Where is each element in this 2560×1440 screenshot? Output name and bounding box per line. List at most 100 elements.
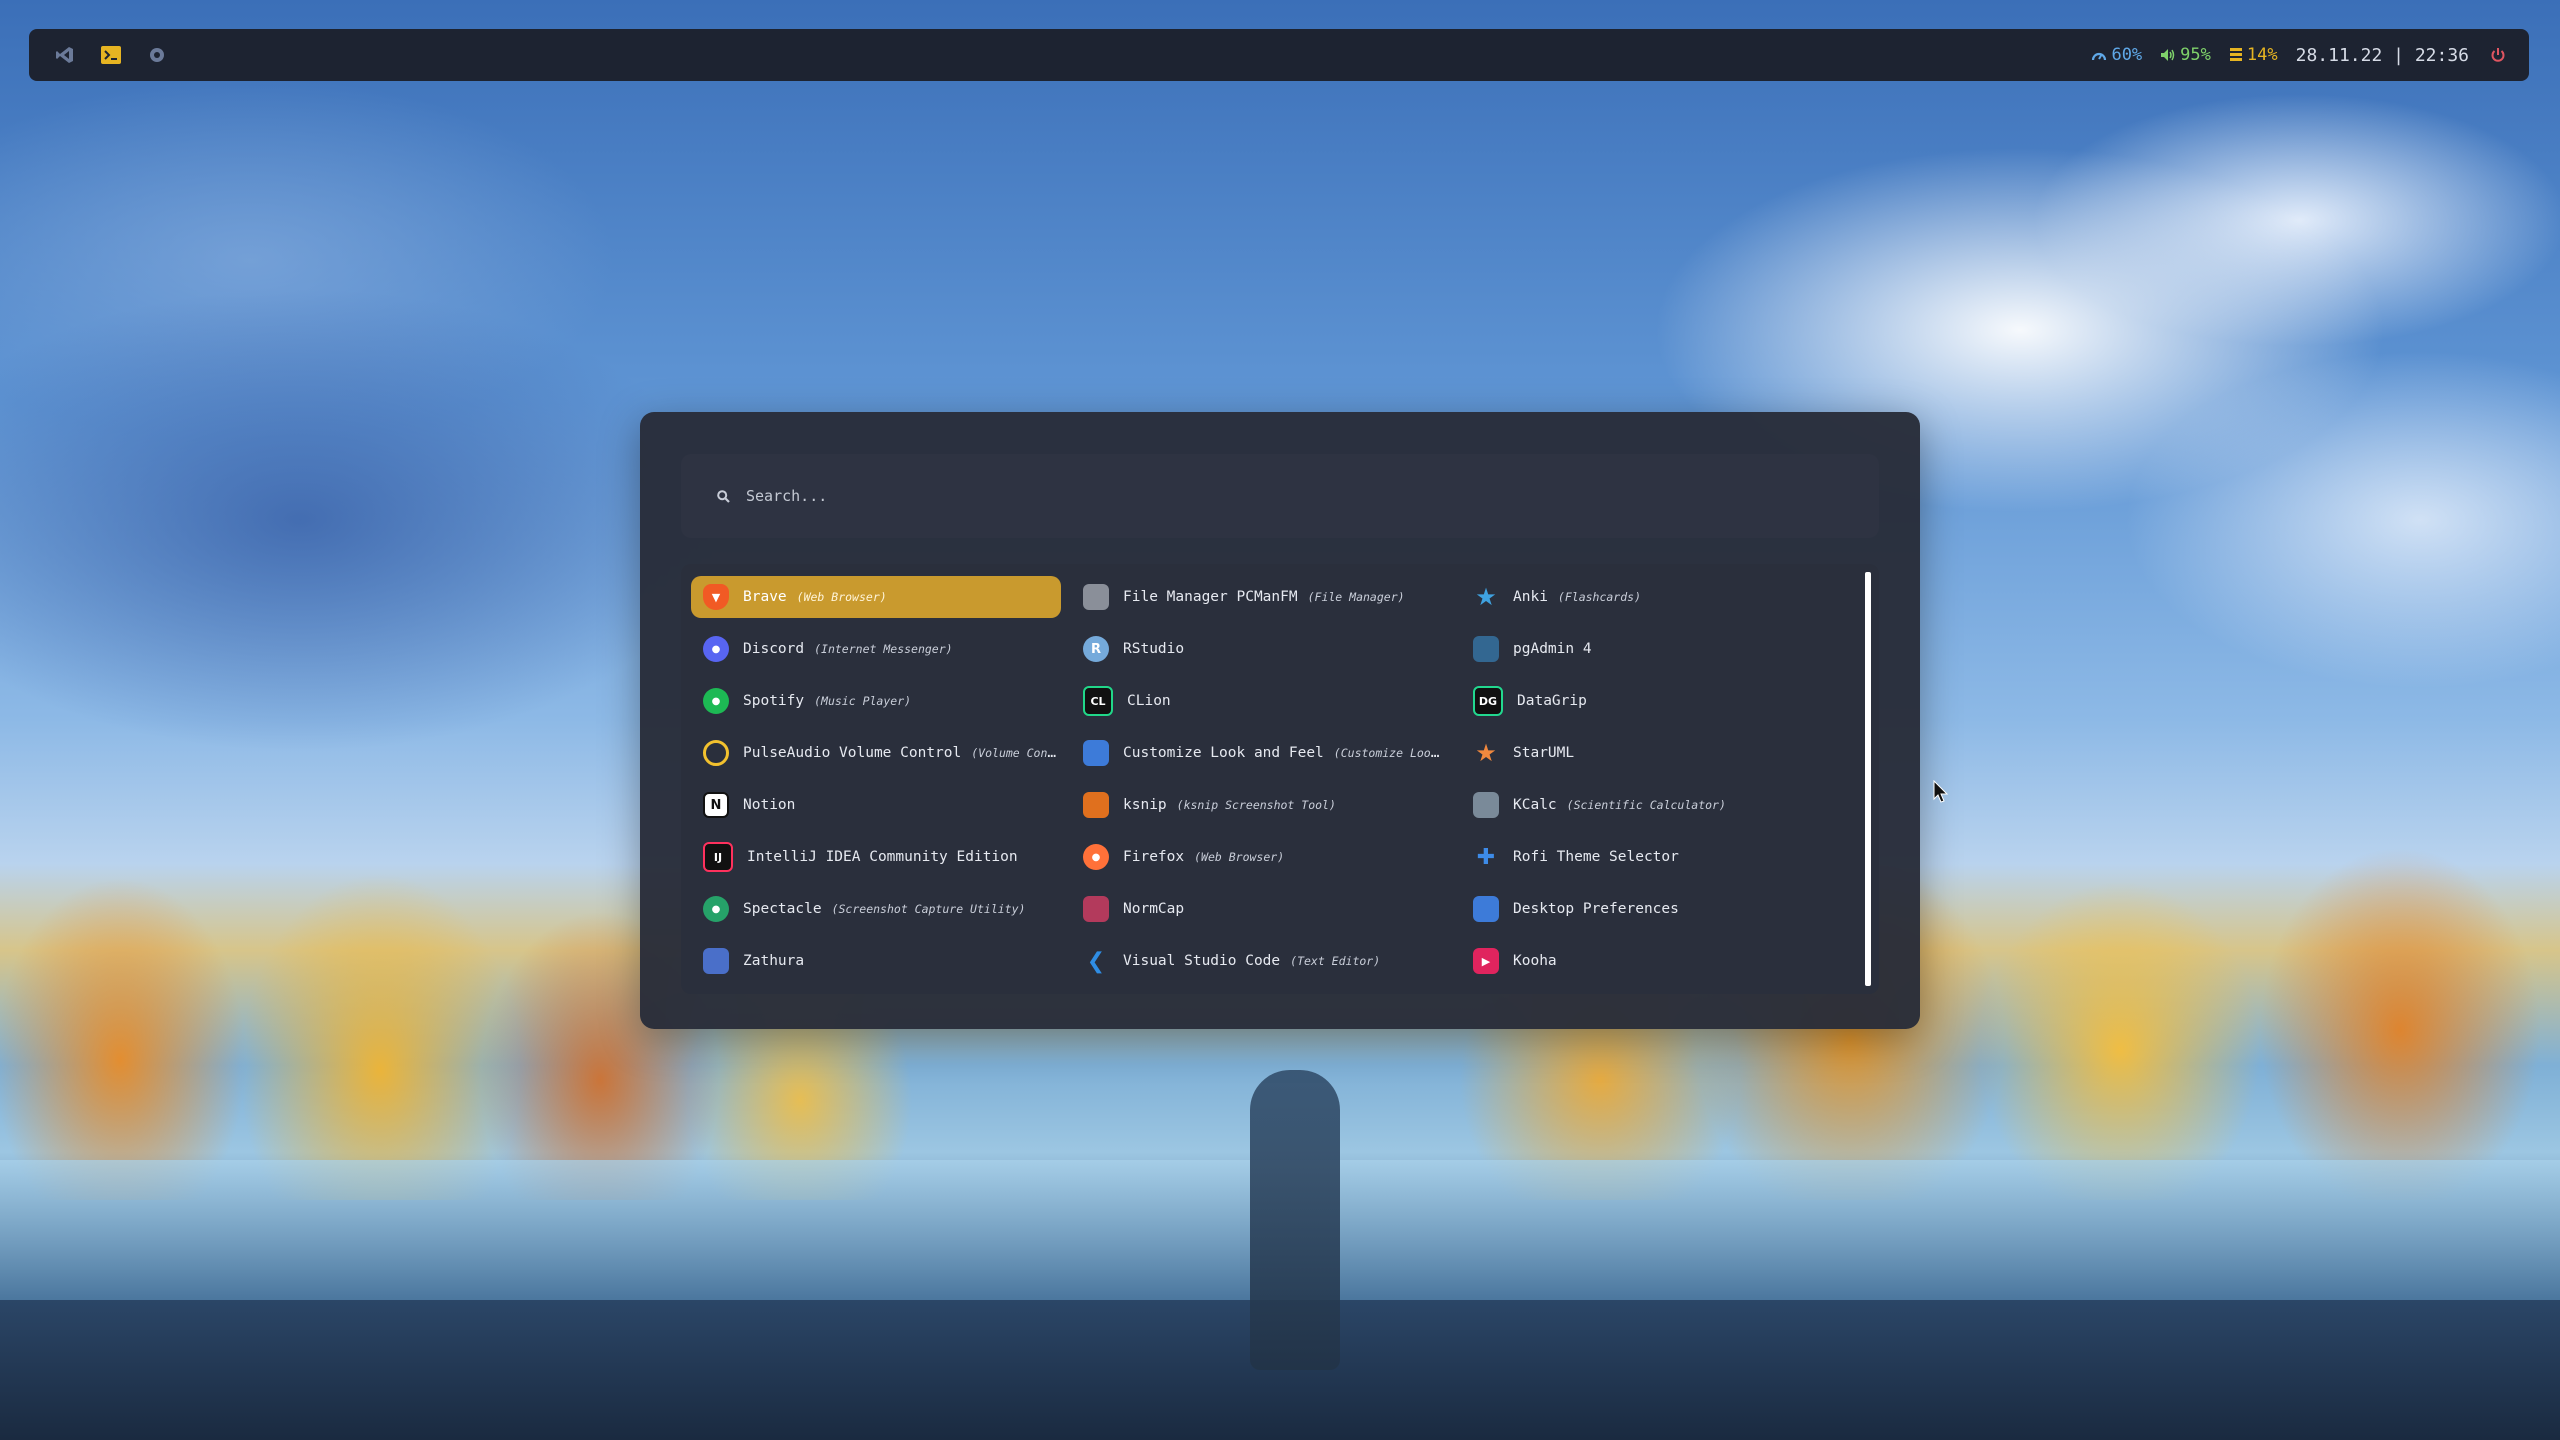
app-entry-label: Customize Look and Feel (Customize Look … — [1123, 745, 1443, 761]
app-entry-clion[interactable]: CL CLion — [1071, 680, 1451, 722]
app-name: Spotify — [743, 693, 805, 709]
app-entry-label: Visual Studio Code (Text Editor) — [1123, 953, 1380, 969]
app-entry-pulseaudio-volume-control[interactable]: PulseAudio Volume Control (Volume Contro… — [691, 732, 1061, 774]
app-name: Anki — [1513, 589, 1548, 605]
brave-icon: ▼ — [703, 584, 729, 610]
volume-indicator[interactable]: 95% — [2160, 45, 2211, 65]
app-entry-rstudio[interactable]: R RStudio — [1071, 628, 1451, 670]
app-entry-intellij-idea-community-edition[interactable]: IJ IntelliJ IDEA Community Edition — [691, 836, 1061, 878]
pulseaudio-icon — [703, 740, 729, 766]
app-name: Customize Look and Feel — [1123, 745, 1324, 761]
circle-icon[interactable] — [146, 44, 168, 66]
search-input[interactable] — [744, 486, 1648, 506]
app-entry-visual-studio-code[interactable]: ❮ Visual Studio Code (Text Editor) — [1071, 940, 1451, 982]
desktop-icon — [1473, 896, 1499, 922]
search-bar[interactable] — [681, 454, 1879, 538]
status-area: 60% 95% 14% 28.11.22 | 22:36 — [2091, 44, 2509, 66]
app-comment: (Internet Messenger) — [814, 642, 953, 656]
app-entry-spectacle[interactable]: ● Spectacle (Screenshot Capture Utility) — [691, 888, 1061, 930]
power-icon[interactable] — [2487, 44, 2509, 66]
app-entry-label: StarUML — [1513, 745, 1574, 761]
discord-icon: ● — [703, 636, 729, 662]
app-entry-label: IntelliJ IDEA Community Edition — [747, 849, 1018, 865]
app-entry-rofi-theme-selector[interactable]: ✚ Rofi Theme Selector — [1461, 836, 1836, 878]
app-entry-file-manager-pcmanfm[interactable]: File Manager PCManFM (File Manager) — [1071, 576, 1451, 618]
app-entry-staruml[interactable]: ★ StarUML — [1461, 732, 1836, 774]
app-entry-datagrip[interactable]: DG DataGrip — [1461, 680, 1836, 722]
vscode-icon[interactable] — [54, 44, 76, 66]
app-name: Kooha — [1513, 953, 1557, 969]
app-entry-label: Discord (Internet Messenger) — [743, 641, 953, 657]
app-name: StarUML — [1513, 745, 1575, 761]
top-panel: 60% 95% 14% 28.11.22 | 22:36 — [29, 29, 2529, 81]
app-entry-pgadmin-4[interactable]: pgAdmin 4 — [1461, 628, 1836, 670]
app-entry-desktop-preferences[interactable]: Desktop Preferences — [1461, 888, 1836, 930]
app-entry-brave[interactable]: ▼ Brave (Web Browser) — [691, 576, 1061, 618]
app-entry-normcap[interactable]: NormCap — [1071, 888, 1451, 930]
app-launcher: ▼ Brave (Web Browser) File Manager PCManFM (… — [640, 412, 1920, 1029]
kcalc-icon — [1473, 792, 1499, 818]
app-comment: (Web Browser) — [1194, 850, 1285, 864]
app-entry-label: Firefox (Web Browser) — [1123, 849, 1284, 865]
app-entry-zathura[interactable]: Zathura — [691, 940, 1061, 982]
app-entry-label: DataGrip — [1517, 693, 1587, 709]
app-entry-label: Notion — [743, 797, 795, 813]
app-entry-label: Zathura — [743, 953, 804, 969]
firefox-icon: ● — [1083, 844, 1109, 870]
spotify-icon: ● — [703, 688, 729, 714]
app-entry-kooha[interactable]: ▶ Kooha — [1461, 940, 1836, 982]
app-entry-notion[interactable]: N Notion — [691, 784, 1061, 826]
rstudio-icon: R — [1083, 636, 1109, 662]
app-name: NormCap — [1123, 901, 1185, 917]
app-entry-kcalc[interactable]: KCalc (Scientific Calculator) — [1461, 784, 1836, 826]
app-entry-label: ksnip (ksnip Screenshot Tool) — [1123, 797, 1336, 813]
app-entry-spotify[interactable]: ● Spotify (Music Player) — [691, 680, 1061, 722]
app-entry-label: RStudio — [1123, 641, 1184, 657]
app-name: DataGrip — [1517, 693, 1587, 709]
app-comment: (Scientific Calculator) — [1566, 798, 1726, 812]
app-entry-label: Spotify (Music Player) — [743, 693, 911, 709]
app-list: ▼ Brave (Web Browser) File Manager PCManFM (… — [681, 564, 1879, 994]
app-name: Zathura — [743, 953, 805, 969]
vscode-icon: ❮ — [1086, 948, 1106, 974]
puzzle-icon: ✚ — [1476, 844, 1496, 870]
app-entry-label: Spectacle (Screenshot Capture Utility) — [743, 901, 1025, 917]
app-entry-label: PulseAudio Volume Control (Volume Contro… — [743, 745, 1061, 761]
app-entry-customize-look-and-feel[interactable]: Customize Look and Feel (Customize Look … — [1071, 732, 1451, 774]
app-name: Discord — [743, 641, 805, 657]
kooha-icon: ▶ — [1473, 948, 1499, 974]
normcap-icon — [1083, 896, 1109, 922]
app-name: Rofi Theme Selector — [1513, 849, 1679, 865]
app-name: RStudio — [1123, 641, 1185, 657]
app-name: Brave — [743, 589, 787, 605]
app-name: Visual Studio Code — [1123, 953, 1281, 969]
datetime-text: 28.11.22 | 22:36 — [2295, 44, 2469, 66]
app-entry-discord[interactable]: ● Discord (Internet Messenger) — [691, 628, 1061, 670]
app-entry-anki[interactable]: ★ Anki (Flashcards) — [1461, 576, 1836, 618]
app-name: IntelliJ IDEA Community Edition — [747, 849, 1018, 865]
app-entry-label: Rofi Theme Selector — [1513, 849, 1679, 865]
clock[interactable]: 28.11.22 | 22:36 — [2296, 45, 2469, 66]
spectacle-icon: ● — [703, 896, 729, 922]
app-grid: ▼ Brave (Web Browser) File Manager PCManFM (… — [691, 572, 1846, 988]
app-name: File Manager PCManFM — [1123, 589, 1298, 605]
app-comment: (Music Player) — [814, 694, 912, 708]
app-entry-label: File Manager PCManFM (File Manager) — [1123, 589, 1405, 605]
app-entry-label: Desktop Preferences — [1513, 901, 1679, 917]
workspace-icons — [54, 44, 168, 66]
app-comment: (Screenshot Capture Utility) — [831, 902, 1026, 916]
terminal-icon[interactable] — [100, 44, 122, 66]
app-name: Notion — [743, 797, 796, 813]
battery-indicator[interactable]: 14% — [2229, 45, 2278, 65]
appearance-icon — [1083, 740, 1109, 766]
ksnip-icon — [1083, 792, 1109, 818]
file-manager-icon — [1083, 584, 1109, 610]
app-entry-firefox[interactable]: ● Firefox (Web Browser) — [1071, 836, 1451, 878]
app-entry-ksnip[interactable]: ksnip (ksnip Screenshot Tool) — [1071, 784, 1451, 826]
app-comment: (Customize Look … — [1333, 746, 1443, 760]
battery-icon — [2229, 48, 2242, 61]
app-comment: (ksnip Screenshot Tool) — [1176, 798, 1336, 812]
scrollbar[interactable] — [1865, 572, 1871, 986]
cpu-indicator[interactable]: 60% — [2091, 45, 2142, 65]
app-name: Spectacle — [743, 901, 822, 917]
